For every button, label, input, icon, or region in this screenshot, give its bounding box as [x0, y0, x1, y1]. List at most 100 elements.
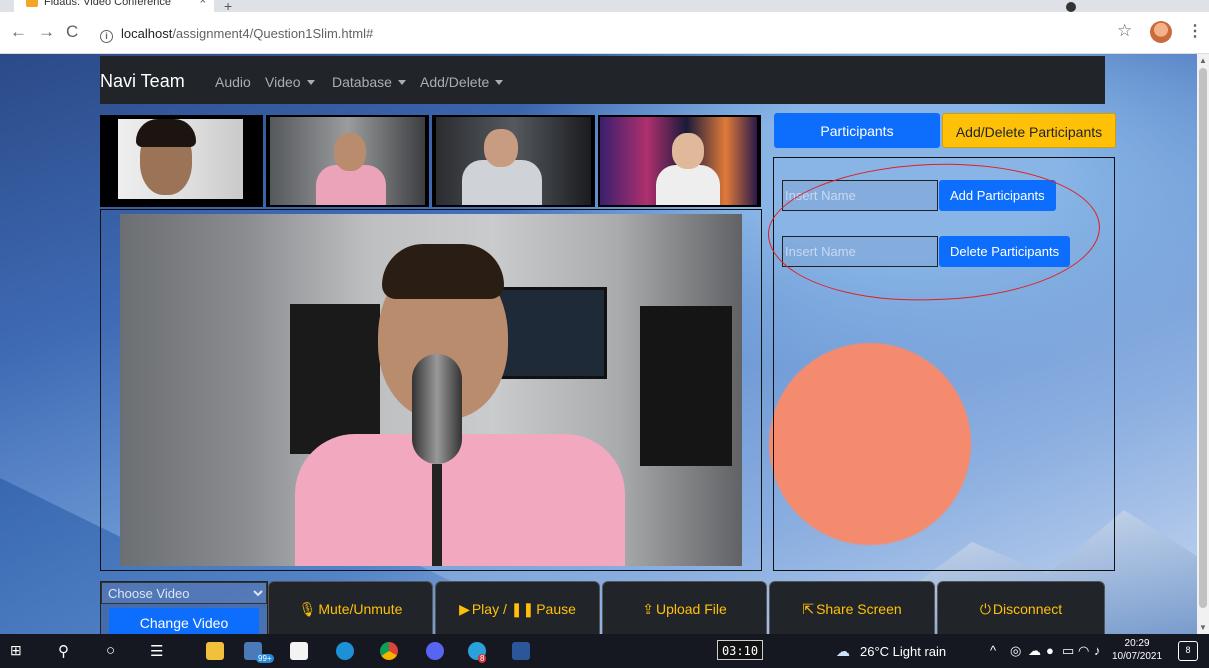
play-label: Play /: [471, 601, 511, 617]
scroll-thumb[interactable]: [1199, 68, 1207, 608]
forward-icon[interactable]: →: [38, 22, 55, 42]
nav-item-label: Database: [332, 74, 392, 90]
window-control-icon[interactable]: [1066, 2, 1076, 12]
browser-toolbar: ← → C i localhost/assignment4/Question1Sl…: [0, 12, 1209, 54]
scroll-up-icon[interactable]: ▲: [1199, 56, 1207, 65]
disconnect-button[interactable]: ⏻ Disconnect: [937, 581, 1105, 634]
url-host: localhost: [121, 26, 173, 41]
power-icon: ⏻: [979, 601, 991, 617]
notification-center-icon[interactable]: 8: [1178, 641, 1198, 661]
page-viewport: Navi Team Audio Video Database Add/Delet…: [0, 54, 1197, 634]
search-icon[interactable]: ⚲: [58, 642, 69, 660]
tab-title: Fidaus: Video Conference: [44, 0, 171, 8]
video-chooser: Choose Video Change Video: [100, 581, 268, 634]
main-video[interactable]: [120, 214, 742, 566]
page-scrollbar[interactable]: ▲ ▼: [1197, 54, 1209, 634]
participant-thumbnail[interactable]: [266, 115, 429, 207]
delete-name-input[interactable]: [782, 236, 938, 267]
badge-count: 8: [478, 654, 487, 663]
favicon-icon: [26, 0, 38, 7]
nav-item-video[interactable]: Video: [265, 74, 315, 90]
play-pause-button[interactable]: ▶ Play / ❚❚ Pause: [435, 581, 600, 634]
profile-avatar-icon[interactable]: [1150, 21, 1172, 43]
nav-item-label: Add/Delete: [420, 74, 490, 90]
video-speaker: [640, 306, 732, 466]
back-icon[interactable]: ←: [10, 22, 27, 42]
battery-icon[interactable]: ▭: [1062, 643, 1074, 659]
video-person-shirt: [295, 434, 625, 566]
add-participants-button[interactable]: Add Participants: [939, 180, 1056, 211]
pause-icon: ❚❚: [510, 601, 535, 617]
share-screen-button[interactable]: ⇱ Share Screen: [769, 581, 935, 634]
system-clock[interactable]: 20:29 10/07/2021: [1112, 637, 1162, 663]
tray-expand-icon[interactable]: ^: [990, 643, 996, 658]
play-icon: ▶: [459, 601, 470, 617]
share-label: Share Screen: [816, 601, 902, 617]
tab-close-icon[interactable]: ×: [200, 0, 206, 7]
mute-unmute-button[interactable]: 🎙 Mute/Unmute: [268, 581, 433, 634]
participant-thumbnail[interactable]: [100, 115, 263, 207]
thumbnail-face: [672, 133, 704, 169]
thumbnail-face: [484, 129, 518, 167]
navbar: Navi Team Audio Video Database Add/Delet…: [100, 56, 1105, 104]
browser-tabstrip: Fidaus: Video Conference × +: [0, 0, 1209, 14]
pause-label: Pause: [536, 601, 576, 617]
reload-icon[interactable]: C: [66, 22, 78, 42]
address-bar[interactable]: i localhost/assignment4/Question1Slim.htm…: [100, 19, 1100, 47]
video-person-hair: [382, 244, 504, 299]
cortana-icon[interactable]: ○: [106, 642, 115, 659]
thumbnail-hair: [136, 119, 196, 147]
browser-menu-icon[interactable]: ⋮: [1187, 21, 1203, 41]
participant-thumbnail[interactable]: [598, 115, 761, 207]
bookmark-star-icon[interactable]: ☆: [1117, 21, 1132, 41]
microphone-tray-icon[interactable]: ●: [1046, 643, 1054, 658]
store-icon[interactable]: [290, 642, 308, 660]
clock-date: 10/07/2021: [1112, 651, 1163, 662]
navbar-brand[interactable]: Navi Team: [100, 71, 185, 92]
upload-file-button[interactable]: ⇪ Upload File: [602, 581, 767, 634]
participant-thumbnail[interactable]: [432, 115, 595, 207]
wifi-icon[interactable]: ◠: [1078, 643, 1089, 659]
volume-icon[interactable]: ♪: [1094, 643, 1101, 658]
thumbnail-face: [334, 133, 366, 171]
nav-item-add-delete[interactable]: Add/Delete: [420, 74, 504, 90]
onedrive-icon[interactable]: ☁: [1028, 643, 1041, 659]
thumbnail-shirt: [656, 165, 720, 205]
url-path: /assignment4/Question1Slim.html#: [172, 26, 374, 41]
discord-icon[interactable]: [426, 642, 444, 660]
file-explorer-icon[interactable]: [206, 642, 224, 660]
tab-add-delete-participants[interactable]: Add/Delete Participants: [942, 113, 1116, 148]
delete-participants-button[interactable]: Delete Participants: [939, 236, 1071, 267]
caret-down-icon: [495, 80, 504, 85]
change-video-button[interactable]: Change Video: [109, 608, 259, 634]
add-name-input[interactable]: [782, 180, 938, 211]
scroll-down-icon[interactable]: ▼: [1199, 623, 1207, 632]
video-speaker: [290, 304, 380, 454]
browser-tab[interactable]: Fidaus: Video Conference ×: [14, 0, 214, 12]
upload-icon: ⇪: [642, 601, 654, 617]
nav-item-audio[interactable]: Audio: [215, 74, 251, 90]
task-view-icon[interactable]: ☰: [150, 642, 163, 660]
tab-participants[interactable]: Participants: [774, 113, 940, 148]
disconnect-label: Disconnect: [992, 601, 1063, 617]
chrome-icon[interactable]: [380, 642, 398, 660]
caret-down-icon: [397, 80, 406, 85]
windows-start-icon[interactable]: ⊞: [10, 642, 22, 659]
taskbar: ⊞ ⚲ ○ ☰ 99+ 8 03:10 ☁ 26°C Light rain ^ …: [0, 634, 1209, 668]
nav-item-database[interactable]: Database: [332, 74, 406, 90]
microphone-icon: 🎙: [298, 601, 317, 617]
info-icon[interactable]: i: [100, 30, 113, 43]
thumbnail-shirt: [316, 165, 386, 205]
word-icon[interactable]: [512, 642, 530, 660]
tray-app-icon[interactable]: ◎: [1010, 643, 1021, 659]
weather-text[interactable]: 26°C Light rain: [860, 644, 946, 659]
edge-icon[interactable]: [336, 642, 354, 660]
nav-item-label: Video: [265, 74, 301, 90]
timer-display: 03:10: [717, 640, 763, 660]
share-icon: ⇱: [802, 601, 815, 617]
weather-cloud-icon: ☁: [836, 643, 850, 659]
participants-panel: [773, 157, 1115, 571]
clock-time: 20:29: [1124, 638, 1150, 649]
mute-label: Mute/Unmute: [318, 601, 403, 617]
choose-video-select[interactable]: Choose Video: [101, 582, 267, 604]
